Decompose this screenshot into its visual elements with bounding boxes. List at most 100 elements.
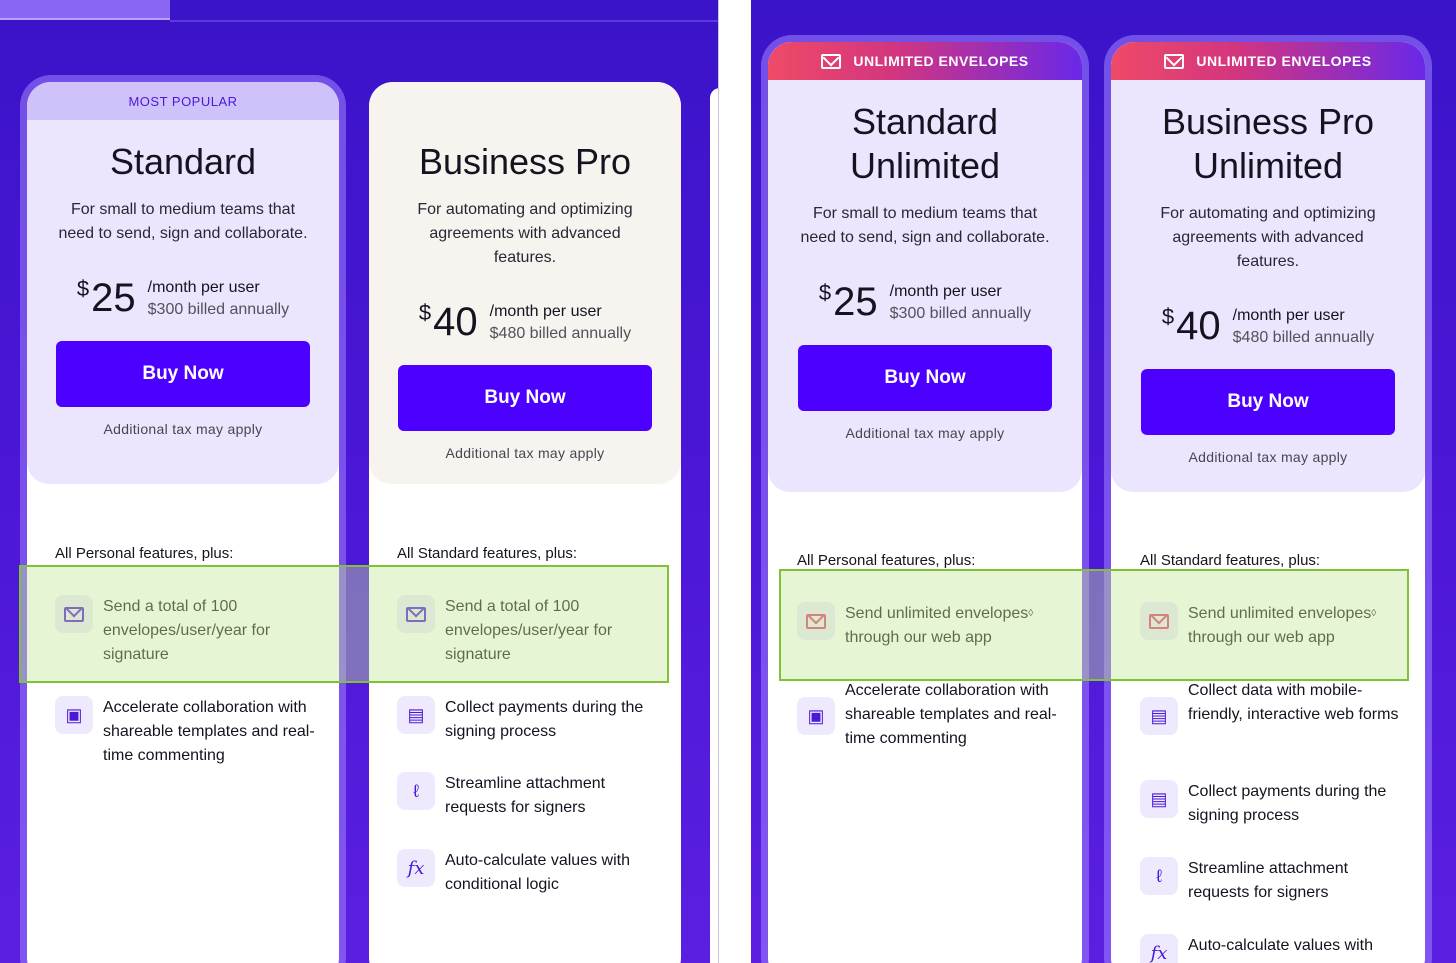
feature-item: ▣ Accelerate collaboration with shareabl…: [797, 679, 1067, 751]
plan-title: Business Pro: [418, 141, 632, 182]
feature-item: ℓ Streamline attachment requests for sig…: [397, 772, 657, 820]
price-meta: /month per user $300 billed annually: [890, 283, 1031, 323]
currency-symbol: $: [76, 276, 90, 301]
buy-now-button[interactable]: Buy Now: [398, 365, 652, 431]
price-amount: 40: [433, 300, 478, 344]
buy-now-button[interactable]: Buy Now: [56, 341, 310, 407]
plan-description: For automating and optimizing agreements…: [417, 201, 633, 266]
currency-symbol: $: [1161, 304, 1175, 329]
tax-note: Additional tax may apply: [103, 421, 263, 437]
feature-text: Auto-calculate values with conditional l…: [445, 852, 630, 893]
feature-item: ℓ Streamline attachment requests for sig…: [1140, 857, 1410, 905]
plan-description: For automating and optimizing agreements…: [1160, 205, 1376, 270]
function-icon: fx: [397, 849, 435, 887]
comment-icon: ▣: [797, 697, 835, 735]
feature-text: Auto-calculate values with: [1188, 937, 1373, 954]
currency-symbol: $: [418, 300, 432, 325]
feature-text: Accelerate collaboration with shareable …: [103, 699, 315, 764]
price: $ 25: [819, 280, 878, 325]
price-period: /month per user: [889, 282, 1002, 300]
features-intro: All Personal features, plus:: [55, 545, 234, 562]
feature-item: ▣ Accelerate collaboration with shareabl…: [55, 696, 315, 768]
feature-text: Accelerate collaboration with shareable …: [845, 682, 1057, 747]
feature-item: ▤ Collect payments during the signing pr…: [1140, 780, 1410, 828]
price-row: $ 25 /month per user $300 billed annuall…: [768, 280, 1082, 325]
tax-note: Additional tax may apply: [445, 445, 605, 461]
feature-item: fx Auto-calculate values with conditiona…: [397, 849, 657, 897]
price-period: /month per user: [147, 278, 260, 296]
unlimited-envelopes-banner: UNLIMITED ENVELOPES: [1111, 42, 1425, 80]
plan-description: For small to medium teams that need to s…: [58, 201, 308, 242]
price-amount: 40: [1176, 304, 1221, 348]
price-row: $ 25 /month per user $300 billed annuall…: [27, 276, 339, 321]
plan-card-header: UNLIMITED ENVELOPES Business Pro Unlimit…: [1111, 42, 1425, 492]
feature-item: ▤ Collect data with mobile-friendly, int…: [1140, 679, 1410, 735]
buy-now-button[interactable]: Buy Now: [1141, 369, 1395, 435]
plan-card-standard: MOST POPULAR Standard For small to mediu…: [27, 82, 339, 963]
tax-note: Additional tax may apply: [845, 425, 1005, 441]
function-icon: fx: [1140, 934, 1178, 963]
plan-card-header: MOST POPULAR Standard For small to mediu…: [27, 82, 339, 484]
credit-card-icon: ▤: [397, 696, 435, 734]
highlight-box: [779, 569, 1409, 681]
features-intro: All Standard features, plus:: [1140, 552, 1321, 569]
plan-card-header: Business Pro For automating and optimizi…: [369, 82, 681, 484]
plan-title-line1: Business Pro: [1161, 101, 1375, 142]
next-card-edge: [710, 88, 718, 963]
feature-text: Streamline attachment requests for signe…: [1188, 860, 1349, 901]
credit-card-icon: ▤: [1140, 780, 1178, 818]
plan-card-business-pro-unlimited: UNLIMITED ENVELOPES Business Pro Unlimit…: [1111, 42, 1425, 963]
price-period: /month per user: [1232, 306, 1345, 324]
feature-text: Collect payments during the signing proc…: [1188, 783, 1387, 824]
banner-label: UNLIMITED ENVELOPES: [853, 53, 1029, 69]
price-meta: /month per user $300 billed annually: [148, 279, 289, 319]
tab-underline: [170, 20, 718, 22]
panel-divider: [718, 0, 751, 963]
tax-note: Additional tax may apply: [1188, 449, 1348, 465]
plan-title-line2: Unlimited: [849, 145, 1001, 186]
paperclip-icon: ℓ: [397, 772, 435, 810]
price-meta: /month per user $480 billed annually: [1233, 307, 1374, 347]
price-row: $ 40 /month per user $480 billed annuall…: [369, 300, 681, 345]
plan-card-business-pro: Business Pro For automating and optimizi…: [369, 82, 681, 963]
plan-title-line1: Standard: [851, 101, 999, 142]
plan-title: Standard: [109, 141, 257, 182]
form-icon: ▤: [1140, 697, 1178, 735]
right-pricing-panel: UNLIMITED ENVELOPES Standard Unlimited F…: [751, 0, 1456, 963]
plan-title-line2: Unlimited: [1192, 145, 1344, 186]
banner-label: UNLIMITED ENVELOPES: [1196, 53, 1372, 69]
billed-annually: $480 billed annually: [489, 324, 632, 342]
left-pricing-panel: MOST POPULAR Standard For small to mediu…: [0, 0, 718, 963]
features-intro: All Personal features, plus:: [797, 552, 976, 569]
feature-text: Collect data with mobile-friendly, inter…: [1188, 682, 1399, 723]
feature-item: fx Auto-calculate values with: [1140, 934, 1410, 963]
plan-card-header: UNLIMITED ENVELOPES Standard Unlimited F…: [768, 42, 1082, 492]
feature-text: Collect payments during the signing proc…: [445, 699, 644, 740]
price: $ 40: [1162, 304, 1221, 349]
plan-card-standard-unlimited: UNLIMITED ENVELOPES Standard Unlimited F…: [768, 42, 1082, 963]
billed-annually: $480 billed annually: [1232, 328, 1375, 346]
envelope-icon: [821, 53, 842, 69]
buy-now-button[interactable]: Buy Now: [798, 345, 1052, 411]
price-amount: 25: [91, 276, 136, 320]
features-intro: All Standard features, plus:: [397, 545, 578, 562]
paperclip-icon: ℓ: [1140, 857, 1178, 895]
comment-icon: ▣: [55, 696, 93, 734]
feature-item: ▤ Collect payments during the signing pr…: [397, 696, 657, 744]
billed-annually: $300 billed annually: [147, 300, 290, 318]
active-tab-indicator[interactable]: [0, 0, 170, 20]
highlight-box: [19, 565, 669, 683]
price-row: $ 40 /month per user $480 billed annuall…: [1111, 304, 1425, 349]
price-amount: 25: [833, 280, 878, 324]
price: $ 40: [419, 300, 478, 345]
billed-annually: $300 billed annually: [889, 304, 1032, 322]
plan-description: For small to medium teams that need to s…: [800, 205, 1050, 246]
price: $ 25: [77, 276, 136, 321]
most-popular-banner: MOST POPULAR: [27, 82, 339, 120]
price-period: /month per user: [489, 302, 602, 320]
unlimited-envelopes-banner: UNLIMITED ENVELOPES: [768, 42, 1082, 80]
envelope-icon: [1164, 53, 1185, 69]
currency-symbol: $: [818, 280, 832, 305]
price-meta: /month per user $480 billed annually: [490, 303, 631, 343]
feature-text: Streamline attachment requests for signe…: [445, 775, 606, 816]
